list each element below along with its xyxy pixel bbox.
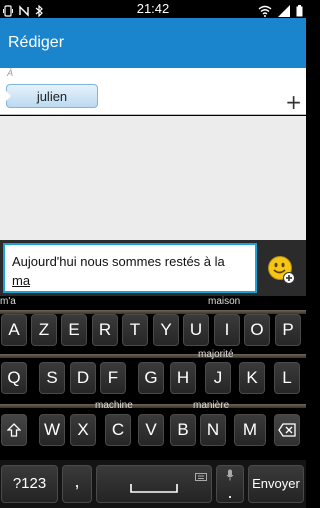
- keyboard-icon: [195, 468, 207, 486]
- comma-key[interactable]: ,: [62, 465, 92, 503]
- key-q[interactable]: Q: [1, 362, 27, 394]
- key-i[interactable]: I: [214, 314, 240, 346]
- key-y[interactable]: Y: [153, 314, 179, 346]
- key-s[interactable]: S: [39, 362, 65, 394]
- status-bar: 21:42: [0, 0, 306, 18]
- backspace-key[interactable]: [274, 414, 300, 446]
- backspace-icon: [278, 422, 296, 441]
- symbols-key[interactable]: ?123: [1, 465, 58, 503]
- period-label: .: [227, 482, 233, 502]
- key-l[interactable]: L: [274, 362, 300, 394]
- suggestion-m-a[interactable]: m'a: [0, 296, 16, 307]
- suggestion-maison[interactable]: maison: [208, 296, 240, 307]
- key-z[interactable]: Z: [31, 314, 57, 346]
- key-w[interactable]: W: [39, 414, 65, 446]
- message-text: Aujourd'hui nous sommes restés à la ma: [12, 252, 251, 290]
- add-recipient-button[interactable]: +: [285, 92, 302, 112]
- to-label: À: [7, 68, 14, 78]
- key-r[interactable]: R: [92, 314, 118, 346]
- key-f[interactable]: F: [100, 362, 126, 394]
- signal-icon: [278, 2, 290, 17]
- title-bar: Rédiger: [0, 18, 306, 68]
- key-e[interactable]: E: [61, 314, 87, 346]
- spacebar-icon: [129, 481, 179, 498]
- key-p[interactable]: P: [275, 314, 301, 346]
- recipients-field[interactable]: À julien +: [0, 68, 306, 115]
- shift-icon: [6, 422, 22, 441]
- send-button[interactable]: Envoyer: [248, 465, 304, 503]
- key-h[interactable]: H: [170, 362, 196, 394]
- period-key[interactable]: .: [216, 465, 244, 503]
- key-o[interactable]: O: [244, 314, 270, 346]
- suggestion-maniere[interactable]: manière: [193, 400, 229, 411]
- recipient-chip-label: julien: [36, 89, 68, 104]
- key-n[interactable]: N: [200, 414, 226, 446]
- shift-key[interactable]: [1, 414, 27, 446]
- battery-icon: [296, 2, 303, 17]
- suggestion-majorite[interactable]: majorité: [198, 349, 234, 360]
- key-a[interactable]: A: [1, 314, 27, 346]
- key-d[interactable]: D: [70, 362, 96, 394]
- key-g[interactable]: G: [138, 362, 164, 394]
- message-body-area[interactable]: [0, 116, 306, 240]
- key-v[interactable]: V: [138, 414, 164, 446]
- message-input[interactable]: Aujourd'hui nous sommes restés à la ma: [3, 243, 257, 293]
- key-m[interactable]: M: [234, 414, 266, 446]
- spacebar-key[interactable]: [96, 465, 212, 503]
- message-line-1: Aujourd'hui nous sommes restés à la: [12, 254, 225, 269]
- key-j[interactable]: J: [205, 362, 231, 394]
- composer-bar: Aujourd'hui nous sommes restés à la ma: [0, 240, 306, 296]
- wifi-icon: [258, 2, 272, 17]
- emoji-add-icon[interactable]: [266, 255, 296, 285]
- message-line-2: ma: [12, 271, 251, 290]
- fret-divider: [0, 404, 306, 408]
- key-u[interactable]: U: [183, 314, 209, 346]
- key-b[interactable]: B: [170, 414, 196, 446]
- suggestion-machine[interactable]: machine: [95, 400, 133, 411]
- fret-divider: [0, 354, 306, 358]
- key-k[interactable]: K: [239, 362, 265, 394]
- page-title: Rédiger: [8, 34, 65, 51]
- key-t[interactable]: T: [122, 314, 148, 346]
- key-x[interactable]: X: [70, 414, 96, 446]
- recipient-chip[interactable]: julien: [6, 84, 98, 108]
- key-c[interactable]: C: [105, 414, 131, 446]
- message-current-word: ma: [12, 273, 31, 288]
- keyboard-bottom-row: ?123 , . Envoyer: [0, 460, 306, 508]
